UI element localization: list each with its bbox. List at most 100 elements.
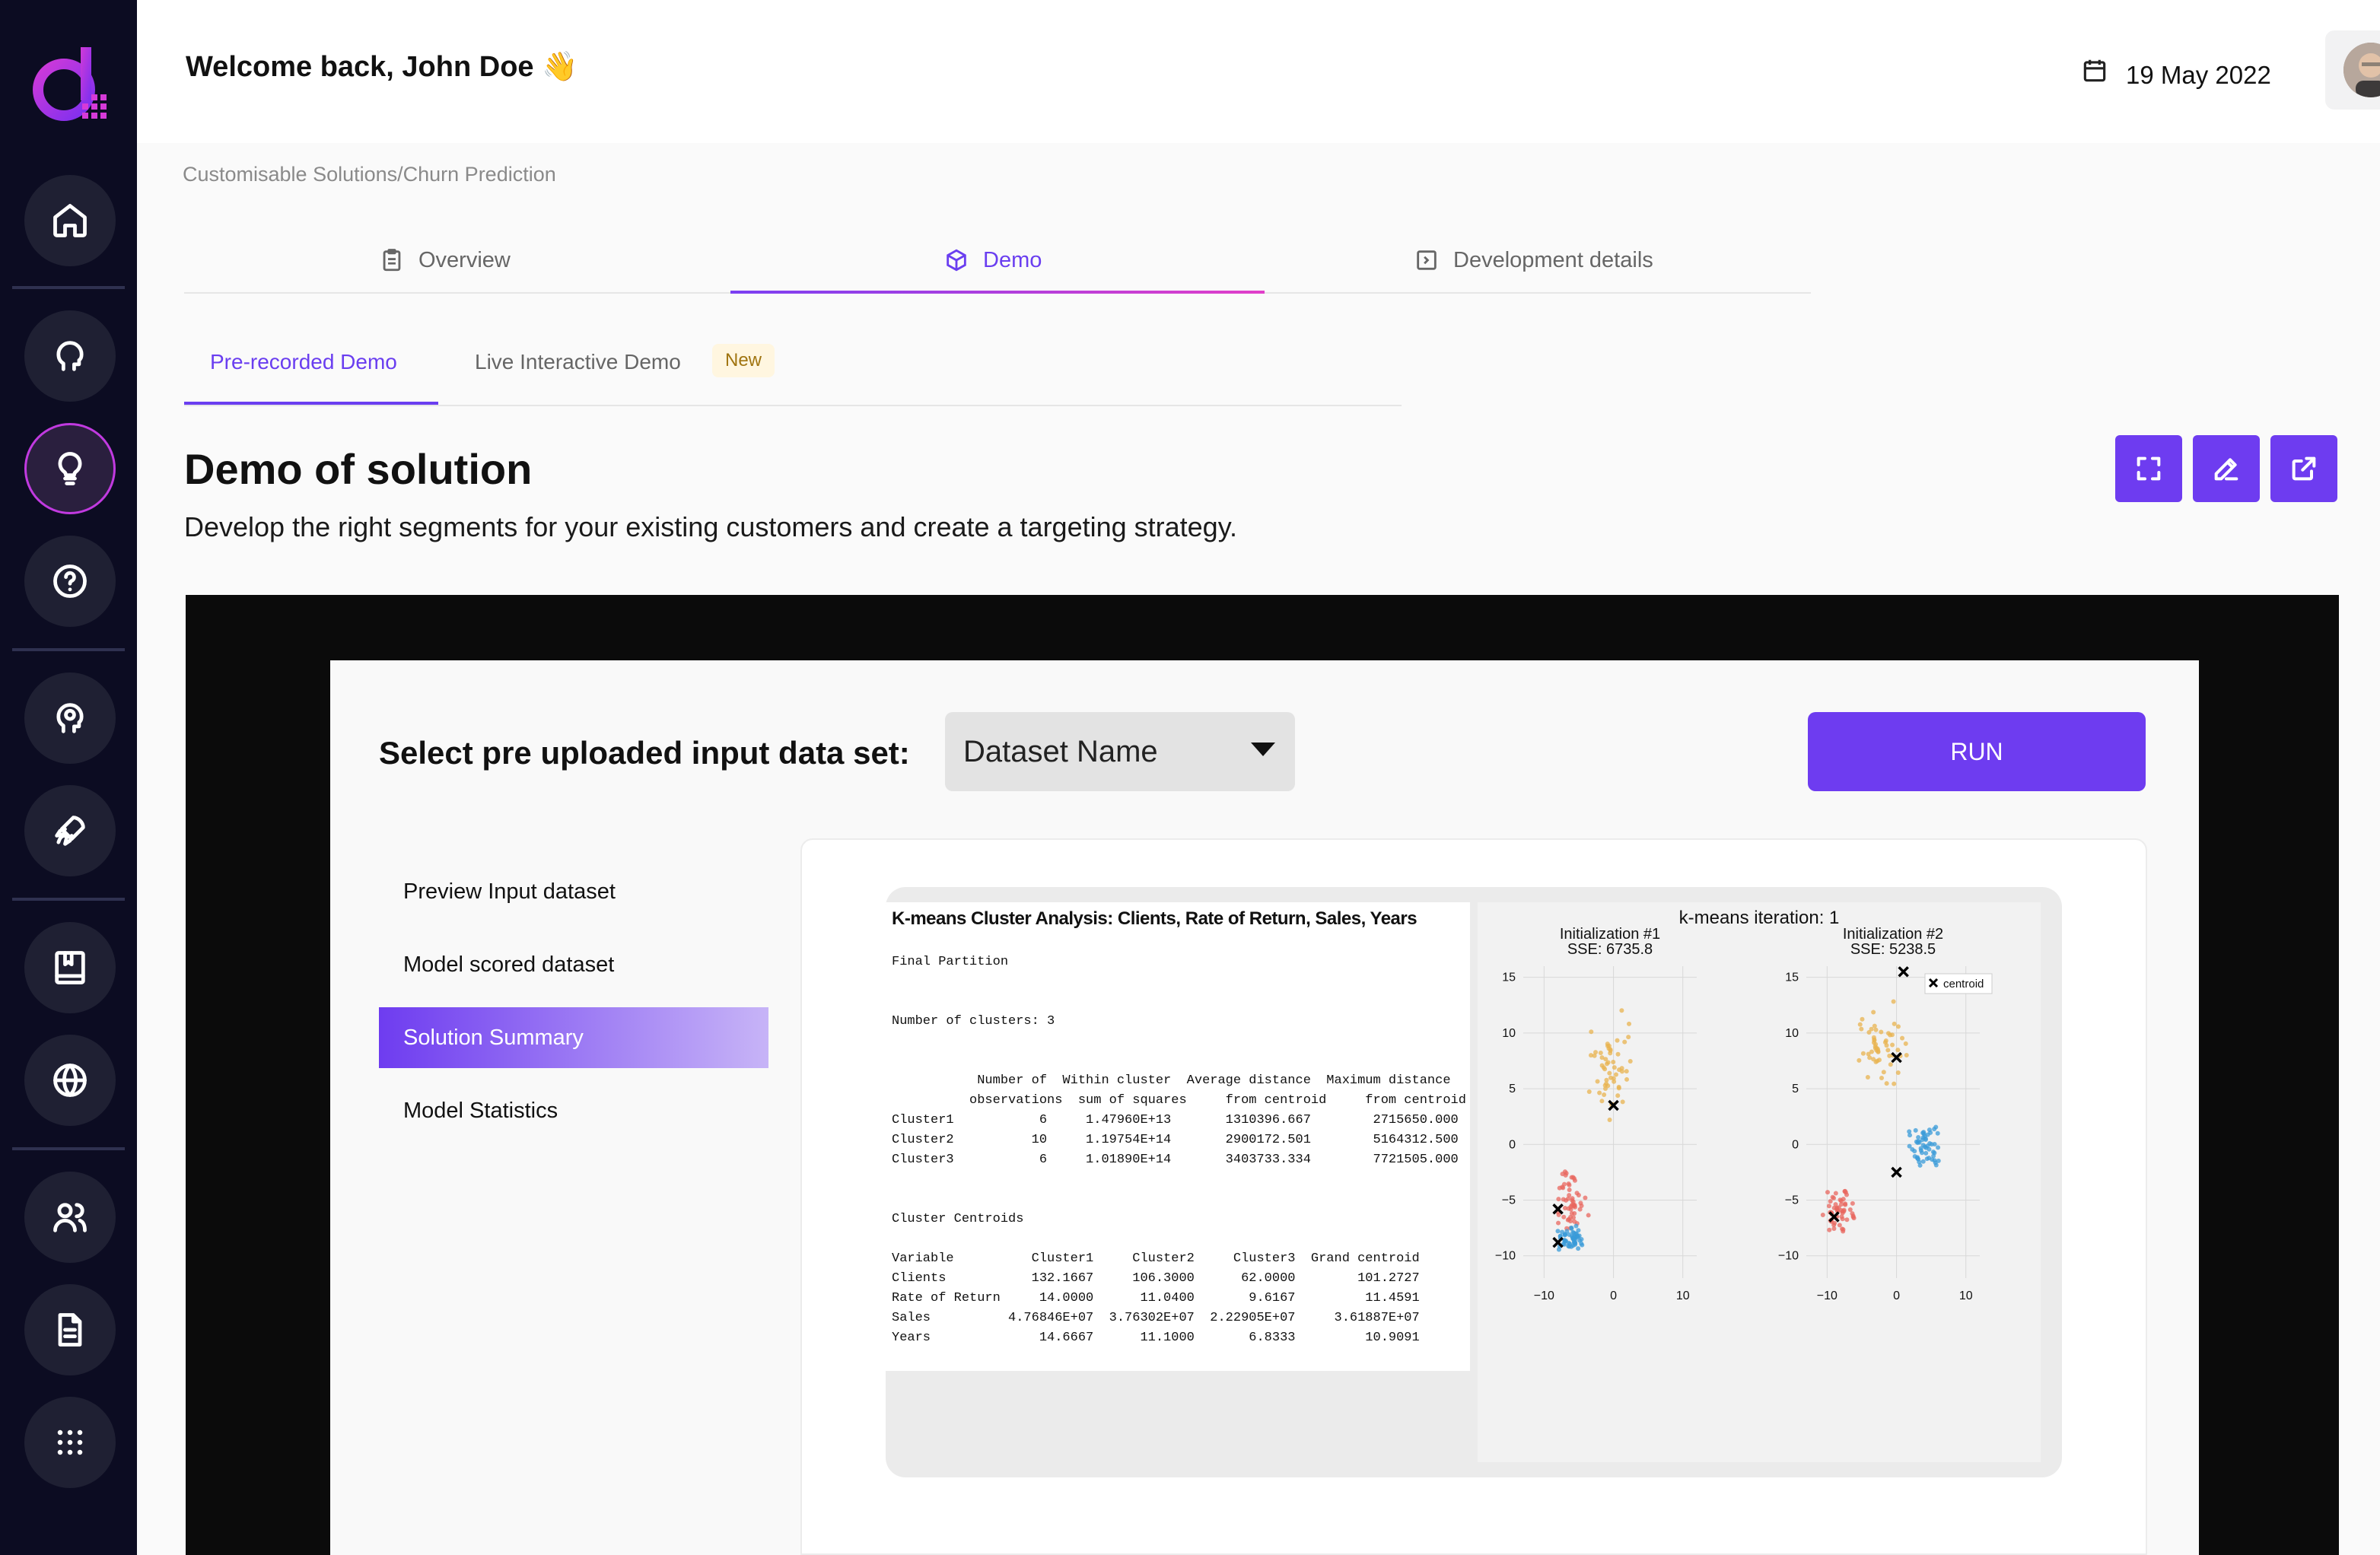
sidebar-item-ai-head[interactable] <box>24 310 116 402</box>
data-point <box>1859 1026 1864 1032</box>
question-icon <box>53 564 87 598</box>
demo-frame: Select pre uploaded input data set: Data… <box>186 595 2339 1555</box>
sidebar-item-home[interactable] <box>24 175 116 266</box>
data-point <box>1589 1029 1594 1035</box>
data-point <box>1615 1093 1621 1099</box>
data-point <box>1626 1035 1631 1040</box>
active-tab-indicator <box>730 291 1265 294</box>
data-point <box>1872 1023 1877 1029</box>
y-tick-label: 10 <box>1502 1027 1516 1040</box>
centroid-marker <box>1898 966 1909 978</box>
edit-button[interactable] <box>2193 435 2260 502</box>
data-point <box>1571 1239 1577 1245</box>
sidebar-item-ideas[interactable] <box>24 423 116 514</box>
data-point <box>1890 1042 1895 1048</box>
data-point <box>1900 1035 1905 1041</box>
kmeans-chart: k-means iteration: 1Initialization #1SSE… <box>1495 908 1993 1302</box>
data-point <box>1841 1197 1846 1202</box>
sidebar-item-launch[interactable] <box>24 785 116 876</box>
sidebar-item-library[interactable] <box>24 922 116 1013</box>
data-point <box>1588 1053 1593 1058</box>
sidebar-item-apps[interactable] <box>24 1397 116 1488</box>
tab-label: Demo <box>983 247 1042 272</box>
sidebar-item-users[interactable] <box>24 1172 116 1263</box>
data-point <box>1605 1041 1610 1047</box>
data-point <box>1885 1031 1891 1036</box>
panel-sse: SSE: 6735.8 <box>1567 941 1653 958</box>
data-point <box>1572 1210 1577 1216</box>
data-point <box>1624 1069 1629 1074</box>
external-link-icon <box>2292 456 2316 481</box>
cluster-table-rows: Cluster1 6 1.47960E+13 1310396.667 27156… <box>892 1113 1459 1167</box>
y-tick-label: 5 <box>1509 1083 1516 1095</box>
menu-model-scored-dataset[interactable]: Model scored dataset <box>379 934 768 995</box>
sidebar-item-documents[interactable] <box>24 1284 116 1375</box>
data-point <box>1607 1070 1612 1076</box>
data-point <box>1857 1022 1863 1027</box>
demo-app: Select pre uploaded input data set: Data… <box>330 660 2199 1555</box>
tab-overview[interactable]: Overview <box>379 234 511 286</box>
data-point <box>1616 1084 1621 1089</box>
dataset-dropdown[interactable]: Dataset Name <box>945 712 1295 791</box>
data-point <box>1825 1190 1830 1195</box>
head-bulb-icon <box>56 703 84 733</box>
data-point <box>1895 1070 1901 1075</box>
x-tick-label: 10 <box>1959 1289 1973 1302</box>
y-tick-label: −5 <box>1785 1194 1799 1207</box>
y-tick-label: −5 <box>1502 1194 1516 1207</box>
sidebar-item-help[interactable] <box>24 536 116 627</box>
run-button[interactable]: RUN <box>1808 712 2146 791</box>
data-point <box>1831 1226 1837 1232</box>
num-clusters-label: Number of clusters: 3 <box>892 1014 1055 1029</box>
dataset-select-label: Select pre uploaded input data set: <box>379 735 910 771</box>
data-point <box>1624 1076 1630 1082</box>
data-point <box>1830 1194 1835 1200</box>
top-bar: Welcome back, John Doe 👋 19 May 2022 <box>137 0 2380 143</box>
subtab-live-interactive-demo[interactable]: Live Interactive Demo <box>475 350 681 374</box>
page-description: Develop the right segments for your exis… <box>184 511 1238 542</box>
data-point <box>1613 1072 1618 1077</box>
data-point <box>1628 1058 1633 1064</box>
sidebar-item-global[interactable] <box>24 1035 116 1126</box>
breadcrumb[interactable]: Customisable Solutions/Churn Prediction <box>183 163 556 186</box>
brand-logo[interactable] <box>29 44 108 126</box>
data-point <box>1570 1198 1575 1204</box>
subtab-pre-recorded-demo[interactable]: Pre-recorded Demo <box>210 350 397 374</box>
data-point <box>1919 1150 1924 1156</box>
data-point <box>1866 1029 1872 1035</box>
document-icon <box>58 1313 82 1347</box>
data-point <box>1595 1079 1600 1084</box>
avatar <box>2343 43 2380 97</box>
cluster-report: K-means Cluster Analysis: Clients, Rate … <box>886 902 1470 1371</box>
new-badge: New <box>712 344 775 377</box>
data-point <box>1927 1141 1933 1146</box>
y-tick-label: 10 <box>1785 1027 1799 1040</box>
data-point <box>1569 1225 1574 1230</box>
y-tick-label: −10 <box>1495 1250 1516 1263</box>
menu-model-statistics[interactable]: Model Statistics <box>379 1080 768 1141</box>
menu-preview-input-dataset[interactable]: Preview Input dataset <box>379 861 768 922</box>
y-tick-label: 5 <box>1792 1083 1799 1095</box>
data-point <box>1611 1060 1616 1065</box>
user-menu[interactable] <box>2325 30 2380 110</box>
open-external-button[interactable] <box>2270 435 2337 502</box>
welcome-message: Welcome back, John Doe 👋 <box>186 51 578 83</box>
sidebar-item-insights[interactable] <box>24 673 116 764</box>
data-point <box>1561 1185 1566 1191</box>
centroids-title: Cluster Centroids <box>892 1212 1024 1226</box>
subtab-divider <box>184 405 1402 406</box>
tab-demo[interactable]: Demo <box>943 234 1042 286</box>
dataset-dropdown-value: Dataset Name <box>963 734 1158 768</box>
y-tick-label: 15 <box>1502 971 1516 984</box>
menu-solution-summary[interactable]: Solution Summary <box>379 1007 768 1068</box>
data-point <box>1932 1127 1937 1132</box>
data-point <box>1839 1208 1844 1213</box>
data-point <box>1820 1213 1825 1218</box>
fullscreen-button[interactable] <box>2115 435 2182 502</box>
data-point <box>1840 1216 1845 1222</box>
tab-development-details[interactable]: Development details <box>1414 234 1653 286</box>
data-point <box>1556 1220 1561 1226</box>
data-point <box>1913 1127 1918 1133</box>
data-point <box>1612 1065 1617 1070</box>
data-point <box>1561 1197 1566 1202</box>
